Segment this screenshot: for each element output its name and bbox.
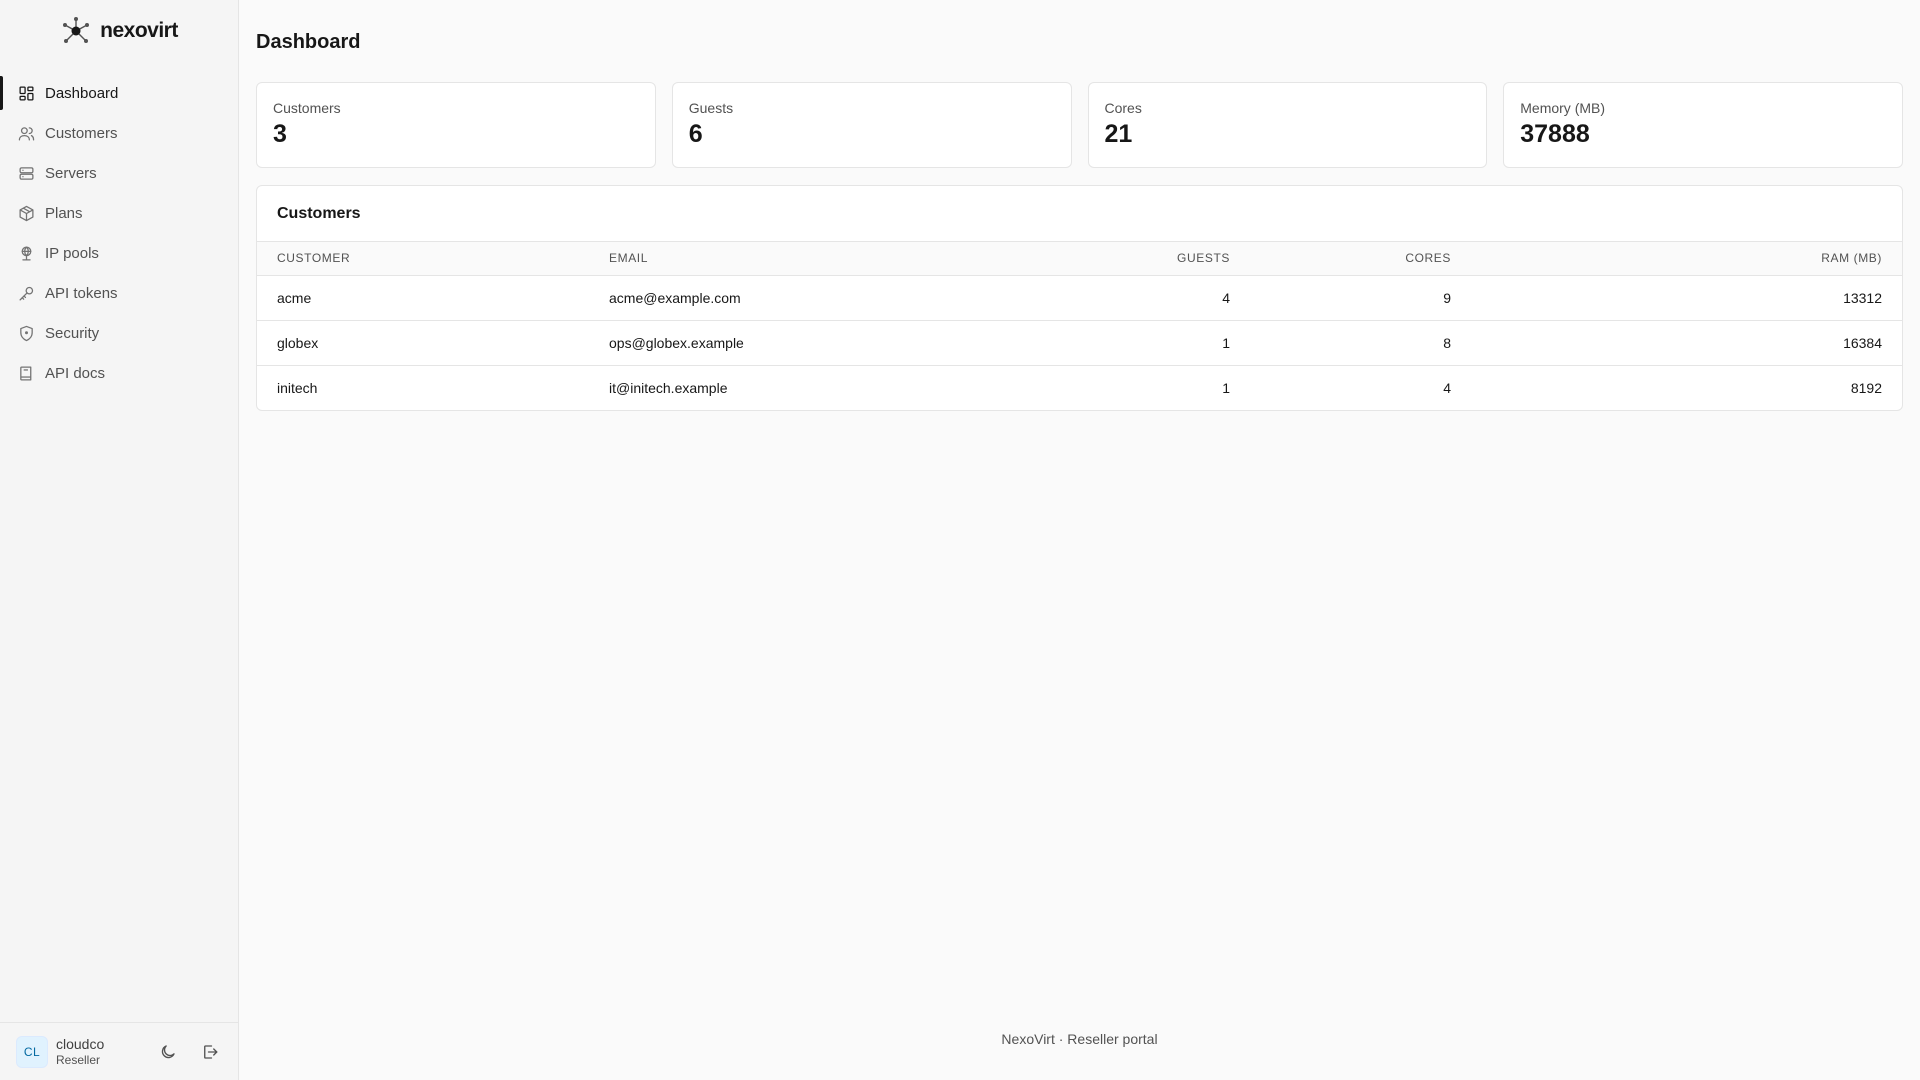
- cell-cores: 8: [1250, 320, 1471, 366]
- nexovirt-logo-icon: [60, 15, 92, 47]
- cell-ram: 13312: [1471, 275, 1902, 321]
- main-content: Dashboard Customers 3 Guests 6 Cores 21 …: [239, 0, 1920, 1080]
- app-root: nexovirt Dashboard Customers Servers Pla…: [0, 0, 1920, 1080]
- brand-name: nexovirt: [100, 19, 178, 42]
- sidebar-item-plans[interactable]: Plans: [0, 193, 238, 233]
- column-header-customer[interactable]: CUSTOMER: [257, 242, 589, 276]
- customers-panel: Customers CUSTOMER EMAIL GUESTS CORES RA…: [256, 185, 1903, 411]
- column-header-email[interactable]: EMAIL: [589, 242, 1029, 276]
- sidebar-item-security[interactable]: Security: [0, 313, 238, 353]
- stats-row: Customers 3 Guests 6 Cores 21 Memory (MB…: [256, 82, 1903, 168]
- user-info: cloudco Reseller: [56, 1036, 104, 1067]
- cell-guests: 4: [1029, 275, 1250, 321]
- user-name: cloudco: [56, 1035, 105, 1052]
- stat-value: 37888: [1520, 120, 1590, 148]
- customers-table: CUSTOMER EMAIL GUESTS CORES RAM (MB) acm…: [257, 242, 1902, 410]
- stat-card-cores: Cores 21: [1087, 82, 1488, 168]
- cell-guests: 1: [1029, 320, 1250, 366]
- sidebar-item-api-docs[interactable]: API docs: [0, 353, 238, 393]
- table-row[interactable]: globex ops@globex.example 1 8 16384: [257, 320, 1902, 366]
- cell-cores: 4: [1443, 379, 1451, 396]
- sidebar-item-label: IP pools: [45, 244, 99, 262]
- stat-label: Guests: [688, 100, 734, 116]
- stat-value: 21: [1104, 120, 1133, 148]
- moon-icon: [159, 1043, 177, 1061]
- avatar[interactable]: CL: [16, 1035, 48, 1068]
- footer: NexoVirt · Reseller portal: [1001, 1031, 1158, 1047]
- globe-network-icon: [18, 245, 35, 262]
- cell-cores: 9: [1250, 275, 1471, 321]
- panel-header: Customers: [257, 186, 1902, 242]
- cell-customer: acme: [257, 275, 589, 321]
- panel-title: Customers: [277, 204, 361, 222]
- cell-customer: globex: [257, 320, 589, 366]
- cell-email: acme@example.com: [589, 275, 1029, 321]
- stat-card-memory: Memory (MB) 37888: [1503, 82, 1903, 168]
- server-icon: [18, 165, 35, 182]
- shield-icon: [18, 325, 35, 342]
- sidebar-nav: Dashboard Customers Servers Plans IP poo…: [0, 73, 238, 393]
- cell-ram: 8192: [1850, 379, 1882, 396]
- logout-button[interactable]: [198, 1040, 222, 1064]
- stat-card-guests: Guests 6: [671, 82, 1072, 168]
- dashboard-icon: [18, 85, 35, 102]
- sidebar-item-label: Servers: [45, 164, 97, 182]
- sidebar-item-api-tokens[interactable]: API tokens: [0, 273, 238, 313]
- sidebar-item-dashboard[interactable]: Dashboard: [0, 73, 238, 113]
- stat-label: Cores: [1104, 100, 1142, 116]
- cell-email: it@initech.example: [609, 379, 728, 396]
- sidebar-item-label: Customers: [45, 124, 118, 142]
- stat-value: 6: [688, 120, 703, 148]
- user-role: Reseller: [56, 1052, 101, 1067]
- sidebar-item-customers[interactable]: Customers: [0, 113, 238, 153]
- brand[interactable]: nexovirt: [0, 0, 238, 60]
- column-header-cores[interactable]: CORES: [1250, 242, 1471, 276]
- sidebar: nexovirt Dashboard Customers Servers Pla…: [0, 0, 239, 1080]
- page-title: Dashboard: [256, 31, 361, 53]
- cell-guests: 1: [1222, 379, 1230, 396]
- table-row[interactable]: initech it@initech.example 1 4 8192: [257, 365, 1902, 410]
- cell-ram: 16384: [1471, 320, 1902, 366]
- sidebar-item-label: Plans: [45, 204, 83, 222]
- stat-card-customers: Customers 3: [256, 82, 656, 168]
- table-row[interactable]: acme acme@example.com 4 9 13312: [257, 275, 1902, 321]
- column-header-guests[interactable]: GUESTS: [1029, 242, 1250, 276]
- sidebar-item-servers[interactable]: Servers: [0, 153, 238, 193]
- book-icon: [18, 365, 35, 382]
- stat-label: Memory (MB): [1520, 100, 1606, 116]
- user-actions: [156, 1040, 222, 1064]
- users-icon: [18, 125, 35, 142]
- sidebar-item-label: Dashboard: [45, 84, 119, 102]
- key-icon: [18, 285, 35, 302]
- user-bar: CL cloudco Reseller: [0, 1022, 238, 1080]
- table-header-row: CUSTOMER EMAIL GUESTS CORES RAM (MB): [257, 242, 1902, 276]
- logout-icon: [201, 1043, 219, 1061]
- stat-label: Customers: [273, 100, 341, 116]
- sidebar-item-label: Security: [45, 324, 100, 342]
- sidebar-item-label: API docs: [45, 364, 106, 382]
- sidebar-item-label: API tokens: [45, 284, 118, 302]
- stat-value: 3: [273, 120, 287, 148]
- sidebar-item-ip-pools[interactable]: IP pools: [0, 233, 238, 273]
- cell-email: ops@globex.example: [589, 320, 1029, 366]
- theme-toggle-button[interactable]: [156, 1040, 180, 1064]
- cell-customer: initech: [277, 379, 318, 396]
- package-icon: [18, 205, 35, 222]
- column-header-ram[interactable]: RAM (MB): [1471, 242, 1902, 276]
